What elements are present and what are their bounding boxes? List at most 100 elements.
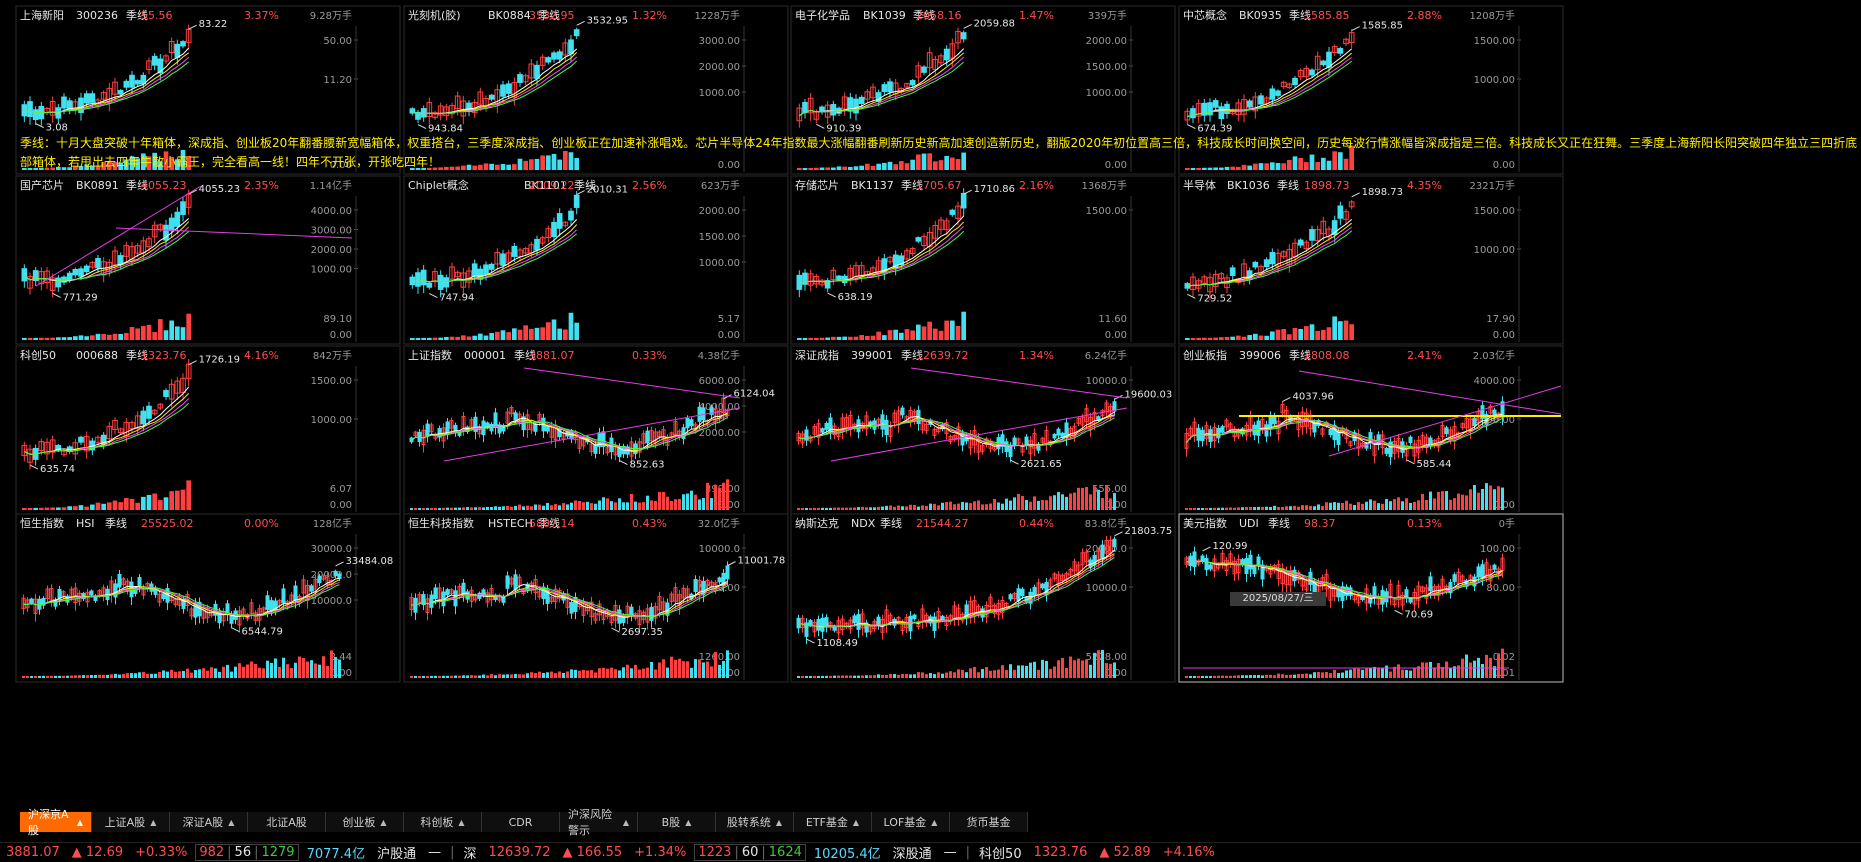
volume-bar [1049,496,1052,510]
candle [89,590,94,596]
volume-bar [829,507,832,510]
volume-bar [1409,670,1412,678]
tab-market[interactable]: 上证A股 ▲ [92,812,170,832]
chart-panel[interactable]: 深证成指 399001 季线12639.72 1.34% 6.24亿手10000.055… [790,345,1176,515]
volume-bar [1285,674,1288,678]
tab-market[interactable]: B股 ▲ [638,812,716,832]
tab-market[interactable]: 科创板 ▲ [404,812,482,832]
candle [1248,554,1253,570]
sh-breadth: 982 | 56 | 1279 [195,844,299,861]
crosshair-date-tag: 2025/08/27/三 [1230,592,1326,606]
chart-panel[interactable]: 半导体 BK1036 季线 1898.73 4.35% 2321万手 1500.00 1000… [1178,175,1564,345]
sgt-label[interactable]: 深股通 [887,843,938,862]
volume-bar [1085,487,1088,510]
sh-down-count: 1279 [261,845,295,860]
volume-bar [949,501,952,510]
candle [497,424,502,434]
panel-price: 4055.23 [141,179,187,192]
volume-bar [989,670,992,678]
chart-panel[interactable]: 科创50 000688 季线1323.76 4.16% 842万手1500.001000… [15,345,401,515]
tab-market[interactable]: 深证A股 ▲ [170,812,248,832]
volume-bar [73,336,78,340]
volume-bar [466,336,472,340]
volume-bar [702,498,705,510]
volume-bar [586,670,589,678]
volume-bar [130,673,133,678]
panel-title: 上证指数 [408,348,452,362]
volume-bar [175,326,180,340]
sz-index-price: 12639.72 [488,845,551,860]
volume-bar [845,675,848,678]
low-label: 674.39 [1197,124,1232,135]
volume-bar [981,504,984,510]
candle [485,422,490,428]
chart-panel[interactable]: 恒生指数 HSI 季线 25525.02 0.00% 128亿手30000.020000.… [15,513,401,683]
volume-bar [1057,492,1060,510]
volume-bar [726,650,729,678]
candle [174,211,181,227]
candle [900,407,905,416]
volume-bar [961,311,966,340]
volume-bar [702,662,705,678]
volume-bar [909,504,912,510]
volume-bar [905,506,908,510]
chart-panel[interactable]: 存储芯片 BK1137 季线1705.67 2.16% 1368万手1500.0011.… [790,175,1176,345]
volume-bar [107,502,112,510]
volume-bar [415,337,421,340]
volume-bar [937,672,940,678]
volume-bar [969,668,972,678]
volume-bar [438,337,443,340]
tab-market[interactable]: 货币基金 [950,812,1028,832]
volume-bar [1281,506,1284,510]
hgt-label[interactable]: 沪股通 [371,843,422,862]
chart-panel[interactable]: 上证指数 000001 季线3881.07 0.33% 4.38亿手6000.00400… [403,345,789,515]
tab-label: 上证A股 [104,816,146,829]
volume-bar [893,674,896,678]
chart-panel[interactable]: 恒生科技指数 HSTECH 季线5807.14 0.43% 32.0亿手10000.05… [403,513,789,683]
candle [573,29,580,37]
panel-title: 纳斯达克 [795,517,839,530]
volume-bar [1207,337,1213,340]
candle [415,272,421,287]
axis-label: 100.00 [1480,544,1515,555]
candle [425,423,430,437]
axis-label: 1500.00 [1086,206,1127,217]
volume-bar [925,674,928,678]
tab-market[interactable]: 北证A股 [248,812,326,832]
candle [689,419,694,427]
volume-bar [442,675,445,678]
chart-panel[interactable]: 国产芯片 BK0891 季线4055.23 2.35% 1.14亿手4000.00300… [15,175,401,345]
tab-market[interactable]: 股转系统 ▲ [716,812,794,832]
volume-bar [26,675,29,678]
volume-bar [885,675,888,678]
tab-market[interactable]: 沪深京A股 ▲ [20,808,92,837]
volume-bar [246,664,249,678]
panel-code: BK0935 [1239,9,1282,22]
volume-bar [1293,505,1296,510]
volume-bar [813,675,816,678]
tab-market[interactable]: 沪深风险警示 ▲ [560,808,638,837]
volume-bar [1493,489,1496,510]
tab-market[interactable]: CDR [482,812,560,832]
volume-bar [1373,666,1376,678]
volume-bar [861,506,864,510]
tab-market[interactable]: LOF基金 ▲ [872,812,950,832]
volume-bar [634,664,637,678]
volume-bar [1369,499,1372,510]
high-label: 19600.03 [1125,389,1173,400]
chart-panel[interactable]: Chiplet概念 BK1101 季线2009.22 2.56% 623万手2000.0… [403,175,789,345]
volume-bar [1281,674,1284,678]
high-label: 11001.78 [738,556,786,567]
candle [429,594,434,608]
axis-label: 3000.00 [699,36,740,47]
candle [1312,422,1317,433]
chart-panel[interactable]: 纳斯达克 NDX 季线 21544.27 0.44% 83.8亿手20000.010000… [790,513,1176,683]
tab-market[interactable]: ETF基金 ▲ [794,812,872,832]
chart-panel[interactable]: 创业板指 399006 季线2808.08 2.41% 2.03亿手4000.00200… [1178,345,1564,515]
volume-bar [146,673,149,678]
tab-market[interactable]: 创业板 ▲ [326,812,404,832]
candle [426,282,433,288]
volume-bar [1213,337,1218,340]
candle [534,64,540,79]
candle [265,595,270,610]
